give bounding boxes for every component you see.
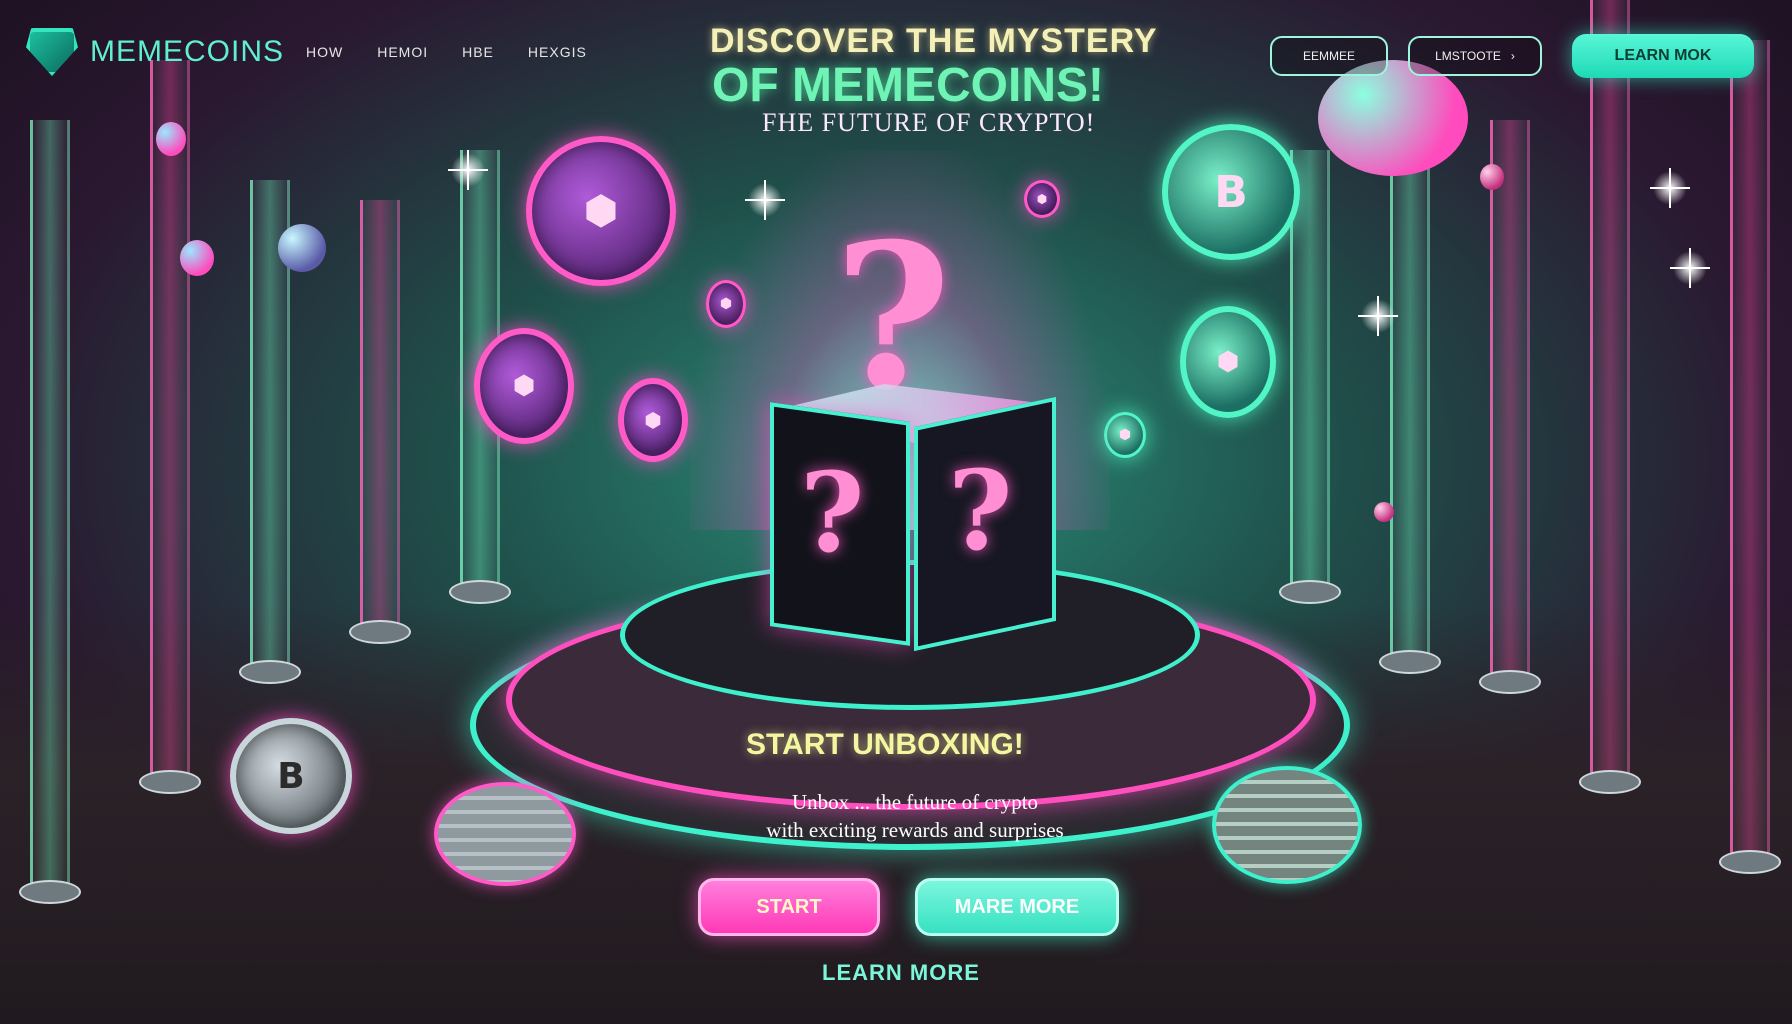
floating-sphere <box>1318 60 1468 176</box>
floating-sphere <box>278 224 326 272</box>
hero-title-line-1: DISCOVER THE MYSTERY <box>710 22 1158 60</box>
learn-more-link[interactable]: LEARN MORE <box>822 960 980 986</box>
main-nav: HOW HEMOI HBE HEXGIS <box>306 44 587 60</box>
floating-sphere <box>156 122 186 156</box>
cube-coin-icon: ⬢ <box>1104 412 1146 458</box>
cube-coin-icon: ⬢ <box>1180 306 1276 418</box>
nav-link-hemoi[interactable]: HEMOI <box>377 44 428 60</box>
floating-sphere <box>1374 502 1394 522</box>
cube-coin-icon: ⬢ <box>618 378 688 462</box>
floating-sphere <box>1480 164 1504 190</box>
sparkle-icon <box>1670 248 1710 288</box>
bitcoin-coin-icon: B <box>230 718 352 834</box>
cube-coin-icon: ⬢ <box>526 136 676 286</box>
brand-logo[interactable]: MEMECOINS <box>26 28 284 76</box>
sparkle-icon <box>1650 168 1690 208</box>
neon-pillar <box>1379 160 1441 674</box>
question-mark-icon: ? <box>800 448 865 577</box>
neon-pillar <box>19 120 81 904</box>
sparkle-icon <box>448 150 488 190</box>
bitcoin-symbol: B <box>1214 166 1248 218</box>
tagline-line-1: Unbox ... the future of crypto <box>791 790 1039 814</box>
chevron-right-icon: › <box>1510 49 1515 63</box>
question-mark-icon: ? <box>948 446 1013 575</box>
coin-stack-icon <box>434 782 576 886</box>
header-button-1-label: EEMMEE <box>1302 49 1355 63</box>
nav-link-how[interactable]: HOW <box>306 44 343 60</box>
coin-stack-icon <box>1212 766 1362 884</box>
neon-pillar <box>349 200 411 644</box>
bitcoin-coin-icon: B <box>1162 124 1300 260</box>
neon-pillar <box>139 60 201 794</box>
podium-ring-top <box>620 560 1200 710</box>
tagline-line-2: with exciting rewards and surprises <box>766 818 1064 842</box>
bitcoin-symbol: B <box>277 755 305 797</box>
header-button-2[interactable]: LMSTOOTE › <box>1408 36 1542 76</box>
hero-title-line-2: OF MEMECOINS! <box>712 59 1104 112</box>
header-button-1[interactable]: EEMMEE <box>1270 36 1388 76</box>
sparkle-icon <box>1358 296 1398 336</box>
neon-pillar <box>1279 150 1341 604</box>
nav-link-hexgis[interactable]: HEXGIS <box>528 44 587 60</box>
floating-sphere <box>180 240 214 276</box>
header-button-2-label: LMSTOOTE <box>1435 49 1501 63</box>
neon-pillar <box>1479 120 1541 694</box>
nav-link-hbe[interactable]: HBE <box>462 44 494 60</box>
neon-pillar <box>1719 40 1781 874</box>
start-button[interactable]: START <box>698 878 880 936</box>
cube-coin-icon: ⬢ <box>474 328 574 444</box>
shield-logo-icon <box>26 28 78 76</box>
brand-name: MEMECOINS <box>90 35 285 68</box>
neon-pillar <box>1579 0 1641 794</box>
start-unboxing-heading: START UNBOXING! <box>746 728 1024 761</box>
learn-more-top-button[interactable]: LEARN MOK <box>1572 34 1754 78</box>
more-button[interactable]: MARE MORE <box>915 878 1119 936</box>
hero-subtitle: FHE FUTURE OF CRYPTO! <box>762 108 1096 137</box>
